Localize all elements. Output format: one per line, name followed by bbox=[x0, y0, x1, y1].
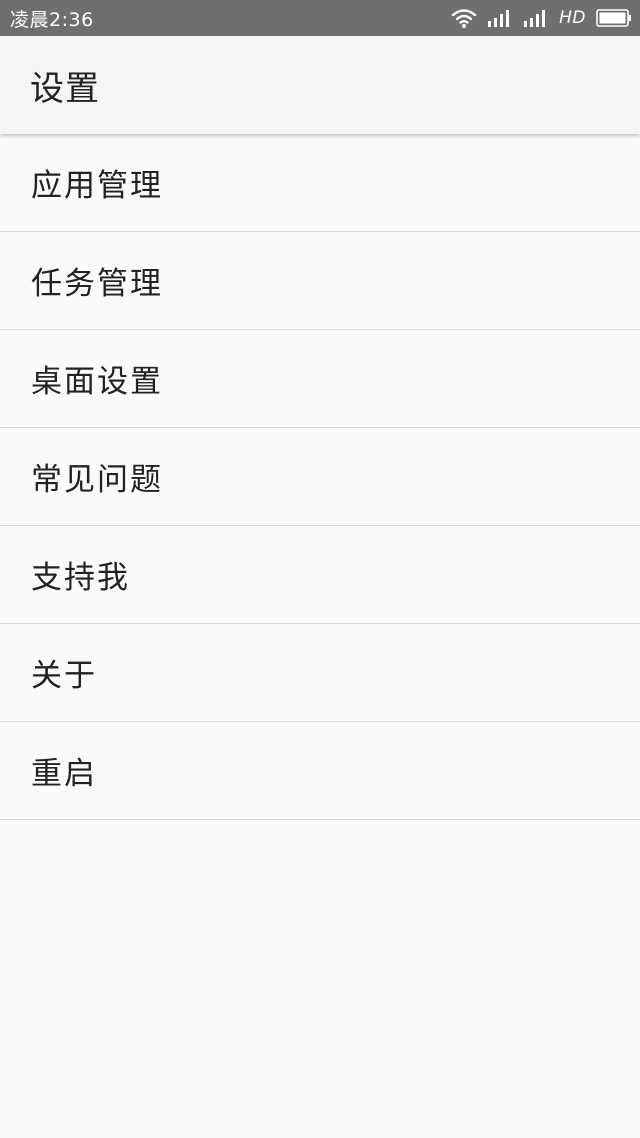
status-time: 凌晨2:36 bbox=[10, 8, 94, 31]
menu-item-label: 关于 bbox=[31, 658, 97, 694]
menu-item-task-management[interactable]: 任务管理 bbox=[0, 232, 640, 330]
menu-item-about[interactable]: 关于 bbox=[0, 624, 640, 722]
wifi-icon bbox=[451, 7, 477, 29]
status-icons: HD bbox=[451, 7, 632, 29]
menu-item-label: 常见问题 bbox=[31, 462, 163, 498]
menu-item-label: 支持我 bbox=[31, 560, 130, 596]
signal-icon bbox=[523, 9, 549, 27]
network-type-label: HD bbox=[559, 8, 586, 28]
app-bar: 设置 bbox=[0, 36, 640, 134]
settings-menu: 应用管理 任务管理 桌面设置 常见问题 支持我 关于 重启 bbox=[0, 134, 640, 820]
menu-item-desktop-settings[interactable]: 桌面设置 bbox=[0, 330, 640, 428]
menu-item-label: 任务管理 bbox=[31, 266, 163, 302]
menu-item-label: 桌面设置 bbox=[31, 364, 163, 400]
menu-item-label: 重启 bbox=[31, 756, 97, 792]
menu-item-restart[interactable]: 重启 bbox=[0, 722, 640, 820]
status-bar: 凌晨2:36 HD bbox=[0, 0, 640, 36]
signal-icon bbox=[487, 9, 513, 27]
menu-item-faq[interactable]: 常见问题 bbox=[0, 428, 640, 526]
page-title: 设置 bbox=[30, 68, 100, 109]
menu-item-app-management[interactable]: 应用管理 bbox=[0, 134, 640, 232]
menu-item-label: 应用管理 bbox=[31, 168, 163, 204]
menu-item-support-me[interactable]: 支持我 bbox=[0, 526, 640, 624]
battery-icon bbox=[596, 9, 632, 27]
